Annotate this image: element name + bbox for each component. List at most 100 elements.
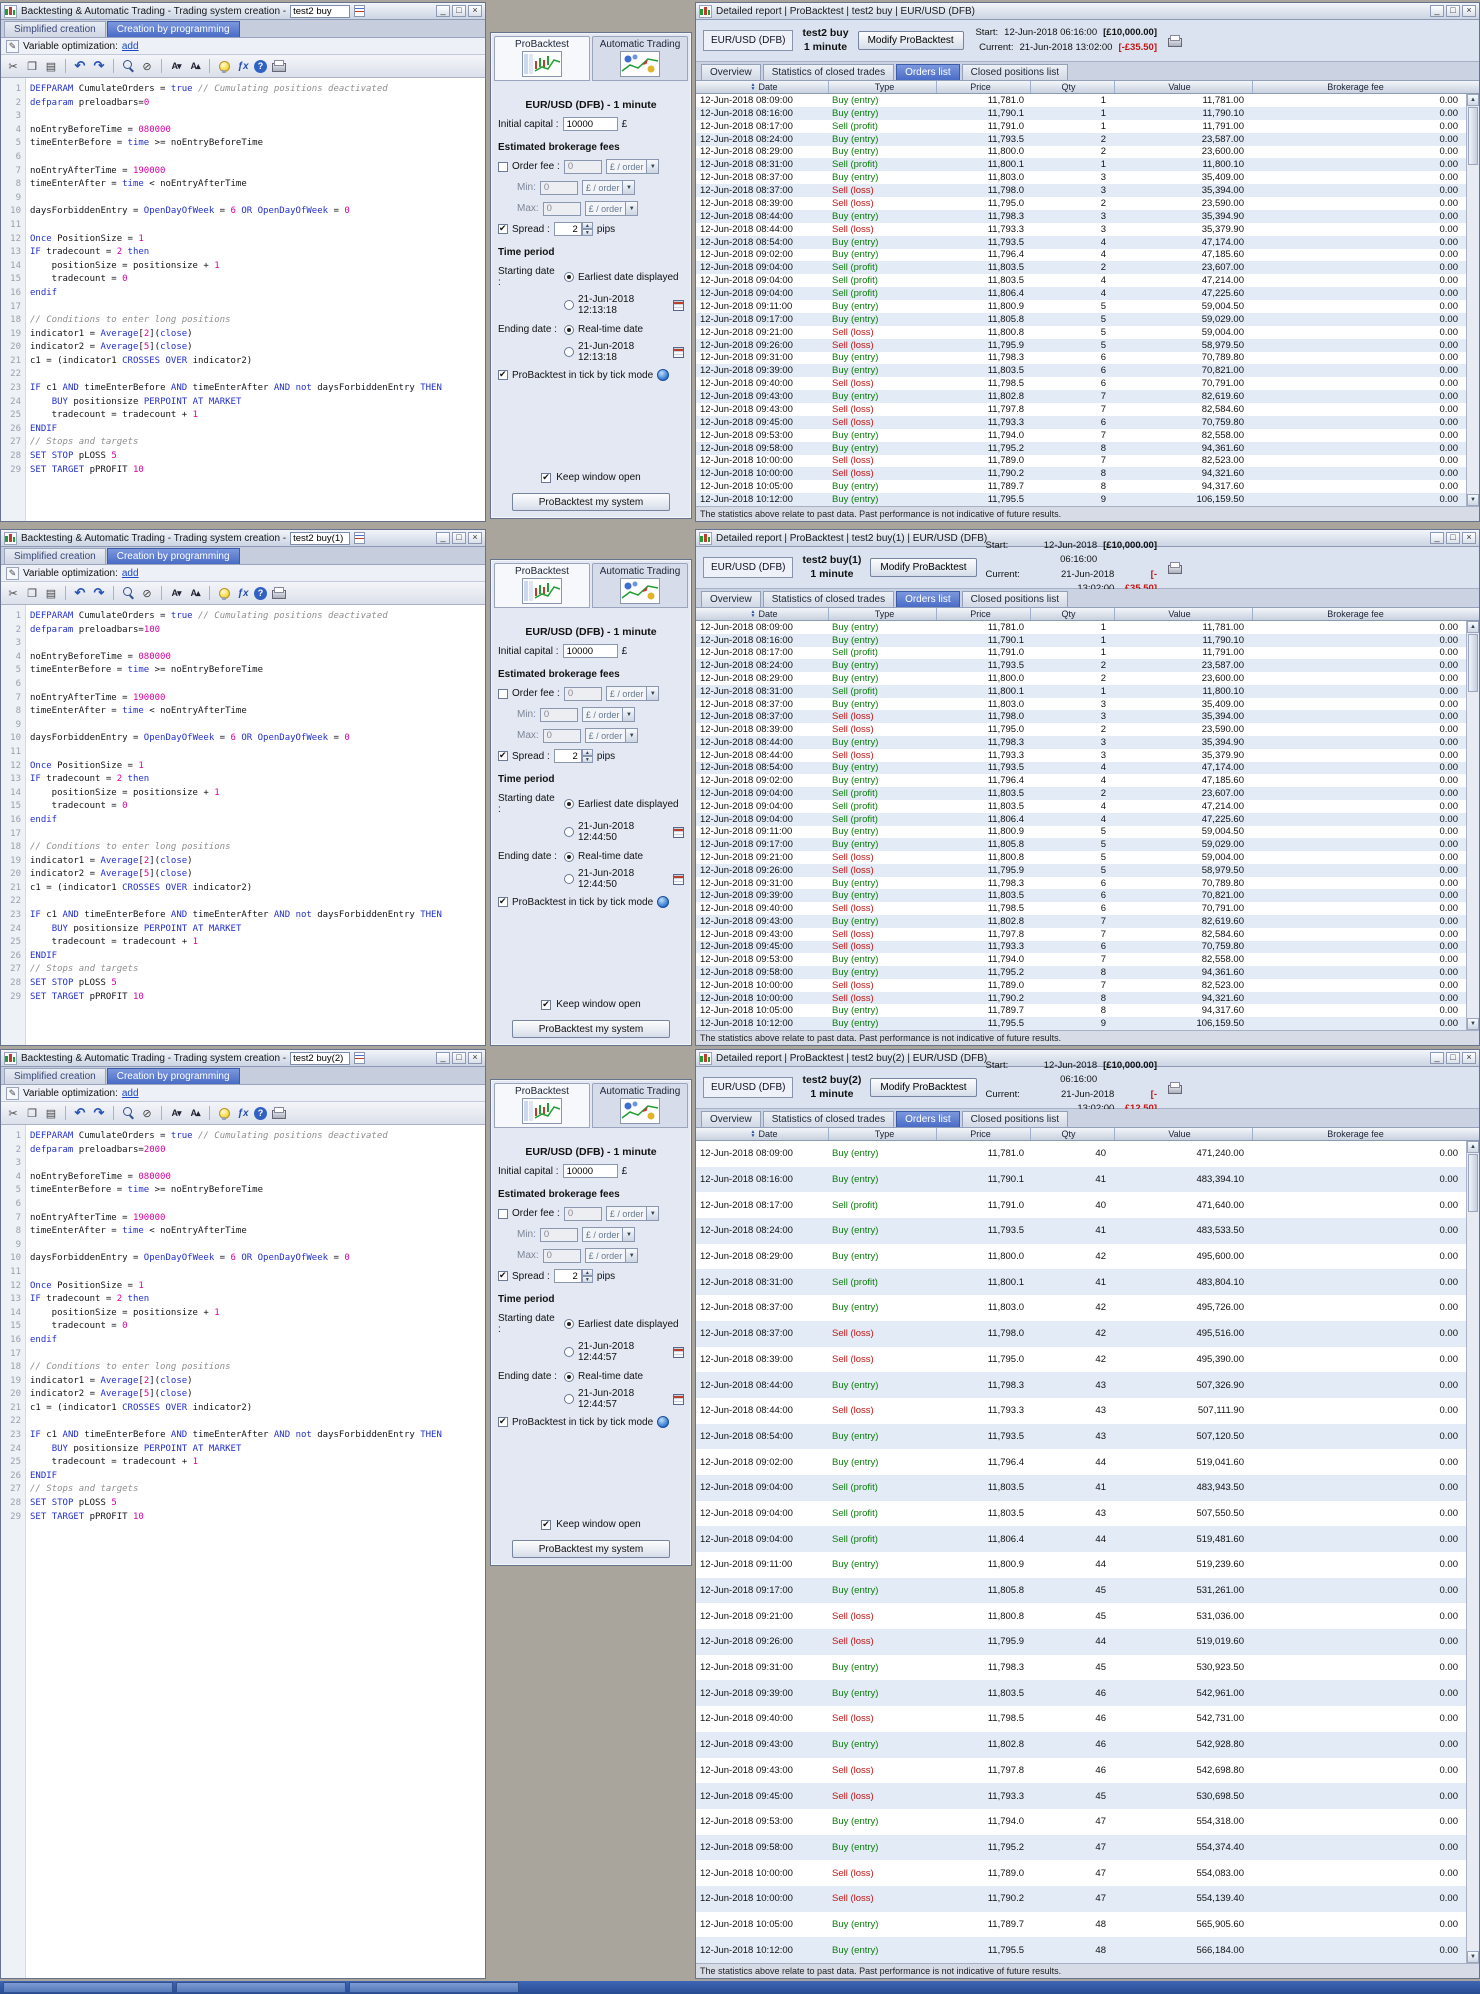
tab-probacktest[interactable]: ProBacktest	[494, 563, 590, 608]
modify-probacktest-button[interactable]: Modify ProBacktest	[870, 1078, 977, 1097]
order-row[interactable]: 12-Jun-2018 08:09:00 Buy (entry) 11,781.…	[696, 94, 1466, 107]
order-row[interactable]: 12-Jun-2018 09:04:00 Sell (profit) 11,80…	[696, 274, 1466, 287]
code-line[interactable]: tradecount = 0	[1, 1320, 485, 1334]
code-line[interactable]: noEntryAfterTime = 190000	[1, 165, 485, 179]
order-row[interactable]: 12-Jun-2018 09:58:00 Buy (entry) 11,795.…	[696, 966, 1466, 979]
spread-checkbox[interactable]	[498, 1270, 508, 1281]
order-fee-checkbox[interactable]	[498, 1208, 508, 1219]
code-line[interactable]: tradecount = 0	[1, 800, 485, 814]
order-row[interactable]: 12-Jun-2018 08:16:00 Buy (entry) 11,790.…	[696, 106, 1466, 120]
order-row[interactable]: 12-Jun-2018 09:39:00 Buy (entry) 11,803.…	[696, 1680, 1466, 1707]
function-icon[interactable]: ƒx	[235, 1105, 251, 1121]
order-row[interactable]: 12-Jun-2018 08:54:00 Buy (entry) 11,793.…	[696, 235, 1466, 249]
function-icon[interactable]: ƒx	[235, 585, 251, 601]
modify-probacktest-button[interactable]: Modify ProBacktest	[870, 558, 977, 577]
order-fee-unit-dropdown[interactable]: £ / order ▼	[605, 686, 660, 701]
tab-automatic-trading[interactable]: Automatic Trading	[592, 563, 688, 608]
font-decrease-icon[interactable]: A▾	[168, 58, 184, 74]
order-row[interactable]: 12-Jun-2018 08:37:00 Buy (entry) 11,803.…	[696, 1295, 1466, 1321]
scrollbar-thumb[interactable]	[1468, 634, 1478, 692]
code-line[interactable]: noEntryAfterTime = 190000	[1, 1212, 485, 1226]
code-line[interactable]: Once PositionSize = 1	[1, 760, 485, 774]
tab-simplified-creation[interactable]: Simplified creation	[4, 1068, 106, 1084]
order-row[interactable]: 12-Jun-2018 08:17:00 Sell (profit) 11,79…	[696, 1192, 1466, 1218]
report-instrument-box[interactable]: EUR/USD (DFB)	[703, 1077, 794, 1098]
code-line[interactable]: IF tradecount = 2 then	[1, 1293, 485, 1307]
custom-end-date-radio[interactable]	[564, 1394, 574, 1404]
order-row[interactable]: 12-Jun-2018 08:29:00 Buy (entry) 11,800.…	[696, 1244, 1466, 1270]
minimize-button[interactable]: _	[436, 532, 450, 544]
order-row[interactable]: 12-Jun-2018 09:17:00 Buy (entry) 11,805.…	[696, 1577, 1466, 1604]
order-row[interactable]: 12-Jun-2018 09:04:00 Sell (profit) 11,80…	[696, 787, 1466, 800]
minimize-button[interactable]: _	[436, 5, 450, 17]
code-line[interactable]: IF c1 AND timeEnterBefore AND timeEnterA…	[1, 382, 485, 396]
code-line[interactable]: indicator1 = Average[2](close)	[1, 1375, 485, 1389]
undo-icon[interactable]: ↶	[72, 58, 88, 74]
order-row[interactable]: 12-Jun-2018 09:02:00 Buy (entry) 11,796.…	[696, 249, 1466, 262]
realtime-date-radio[interactable]	[564, 324, 574, 335]
order-row[interactable]: 12-Jun-2018 09:31:00 Buy (entry) 11,798.…	[696, 1655, 1466, 1681]
order-row[interactable]: 12-Jun-2018 08:31:00 Sell (profit) 11,80…	[696, 158, 1466, 172]
order-row[interactable]: 12-Jun-2018 08:37:00 Sell (loss) 11,798.…	[696, 710, 1466, 724]
function-icon[interactable]: ƒx	[235, 58, 251, 74]
code-line[interactable]: ENDIF	[1, 423, 485, 437]
code-line[interactable]: indicator1 = Average[2](close)	[1, 328, 485, 342]
tab-overview[interactable]: Overview	[701, 591, 761, 607]
code-line[interactable]: timeEnterBefore = time >= noEntryBeforeT…	[1, 664, 485, 678]
order-row[interactable]: 12-Jun-2018 09:58:00 Buy (entry) 11,795.…	[696, 1834, 1466, 1861]
code-line[interactable]: // Conditions to enter long positions	[1, 1361, 485, 1375]
search-icon[interactable]	[120, 1105, 136, 1121]
calendar-icon[interactable]	[673, 826, 684, 838]
order-row[interactable]: 12-Jun-2018 09:21:00 Sell (loss) 11,800.…	[696, 326, 1466, 339]
order-row[interactable]: 12-Jun-2018 09:11:00 Buy (entry) 11,800.…	[696, 826, 1466, 839]
scroll-up-icon[interactable]: ▲	[1467, 94, 1479, 106]
order-row[interactable]: 12-Jun-2018 09:58:00 Buy (entry) 11,795.…	[696, 441, 1466, 455]
price-column-header[interactable]: Price	[936, 81, 1030, 93]
order-row[interactable]: 12-Jun-2018 08:39:00 Sell (loss) 11,795.…	[696, 197, 1466, 210]
code-line[interactable]: IF c1 AND timeEnterBefore AND timeEnterA…	[1, 909, 485, 923]
order-fee-checkbox[interactable]	[498, 688, 508, 699]
code-line[interactable]: daysForbiddenEntry = OpenDayOfWeek = 6 O…	[1, 1252, 485, 1266]
order-row[interactable]: 12-Jun-2018 09:11:00 Buy (entry) 11,800.…	[696, 1552, 1466, 1578]
table-scrollbar[interactable]: ▲ ▼	[1466, 94, 1479, 506]
tab-closed-positions-list[interactable]: Closed positions list	[961, 64, 1069, 80]
system-name-input[interactable]	[290, 4, 351, 18]
order-row[interactable]: 12-Jun-2018 08:44:00 Buy (entry) 11,798.…	[696, 1372, 1466, 1398]
copy-icon[interactable]: ❐	[24, 585, 40, 601]
max-fee-unit-dropdown[interactable]: £ / order ▼	[584, 728, 639, 743]
tab-probacktest[interactable]: ProBacktest	[494, 36, 590, 81]
earliest-date-radio[interactable]	[564, 272, 574, 282]
order-row[interactable]: 12-Jun-2018 08:24:00 Buy (entry) 11,793.…	[696, 132, 1466, 146]
custom-end-date-radio[interactable]	[564, 347, 574, 357]
search-icon[interactable]	[120, 58, 136, 74]
maximize-button[interactable]: □	[452, 532, 466, 544]
help-icon[interactable]: ?	[254, 1106, 267, 1120]
order-row[interactable]: 12-Jun-2018 10:00:00 Sell (loss) 11,789.…	[696, 1860, 1466, 1886]
order-row[interactable]: 12-Jun-2018 09:45:00 Sell (loss) 11,793.…	[696, 1783, 1466, 1809]
value-column-header[interactable]: Value	[1114, 1128, 1252, 1140]
order-row[interactable]: 12-Jun-2018 10:12:00 Buy (entry) 11,795.…	[696, 1937, 1466, 1963]
tab-closed-positions-list[interactable]: Closed positions list	[961, 591, 1069, 607]
order-row[interactable]: 12-Jun-2018 09:04:00 Sell (profit) 11,80…	[696, 287, 1466, 300]
order-row[interactable]: 12-Jun-2018 08:17:00 Sell (profit) 11,79…	[696, 647, 1466, 660]
undo-icon[interactable]: ↶	[72, 1105, 88, 1121]
print-icon[interactable]	[270, 58, 286, 74]
add-variable-link[interactable]: add	[122, 568, 139, 579]
paste-icon[interactable]: ▤	[43, 1105, 59, 1121]
order-fee-checkbox[interactable]	[498, 161, 508, 172]
code-line[interactable]: // Stops and targets	[1, 963, 485, 977]
spin-down-icon[interactable]: ▼	[581, 756, 593, 763]
edit-name-icon[interactable]	[354, 532, 366, 544]
code-line[interactable]: tradecount = tradecount + 1	[1, 936, 485, 950]
order-row[interactable]: 12-Jun-2018 10:05:00 Buy (entry) 11,789.…	[696, 480, 1466, 493]
close-button[interactable]: ×	[1462, 1052, 1476, 1064]
order-row[interactable]: 12-Jun-2018 09:43:00 Buy (entry) 11,802.…	[696, 914, 1466, 928]
calendar-icon[interactable]	[673, 1393, 684, 1405]
code-line[interactable]: timeEnterAfter = time < noEntryAfterTime	[1, 178, 485, 192]
code-line[interactable]: c1 = (indicator1 CROSSES OVER indicator2…	[1, 1402, 485, 1416]
hint-icon[interactable]	[216, 585, 232, 601]
tab-creation-by-programming[interactable]: Creation by programming	[106, 548, 240, 564]
min-fee-unit-dropdown[interactable]: £ / order ▼	[581, 1227, 636, 1242]
tab-overview[interactable]: Overview	[701, 1111, 761, 1127]
tab-statistics-of-closed-trades[interactable]: Statistics of closed trades	[762, 1111, 895, 1127]
